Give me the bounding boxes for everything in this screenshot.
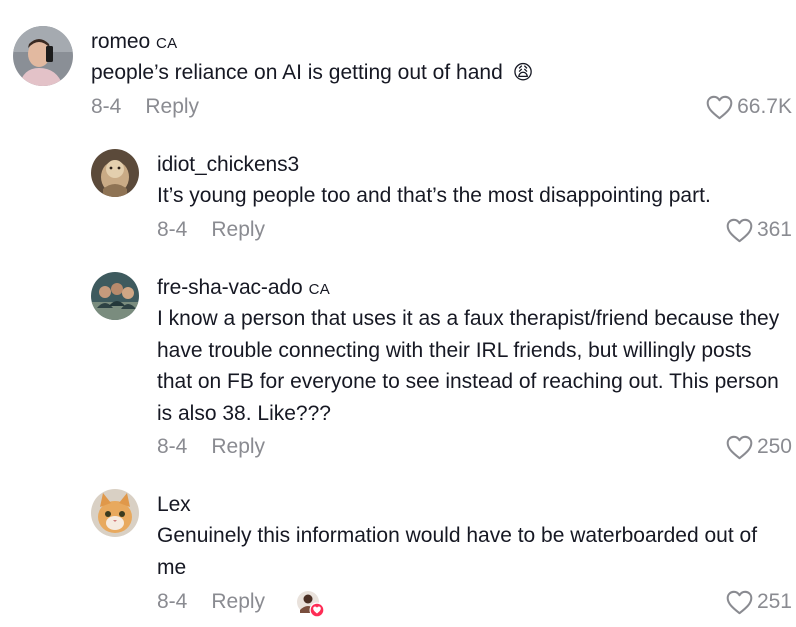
comment-text: people’s reliance on AI is getting out o… xyxy=(91,57,731,90)
heart-outline-icon[interactable] xyxy=(726,590,753,615)
avatar[interactable] xyxy=(91,489,139,537)
comment-date: 8-4 xyxy=(157,435,188,458)
comment-text: I know a person that uses it as a faux t… xyxy=(157,303,789,429)
username-text[interactable]: Lex xyxy=(157,493,191,516)
weary-face-emoji-icon: 😩 xyxy=(512,62,534,84)
username[interactable]: Lex xyxy=(157,493,191,517)
comment-meta: 8-4 Reply xyxy=(157,435,265,459)
region-tag: CA xyxy=(308,281,330,298)
region-tag: CA xyxy=(156,35,178,52)
like-count: 361 xyxy=(756,218,792,241)
heart-outline-icon[interactable] xyxy=(726,435,753,460)
comment-meta: 8-4 Reply xyxy=(91,95,199,119)
like-button[interactable]: 66.7K xyxy=(706,93,792,121)
comment-meta: 8-4 Reply xyxy=(157,590,265,614)
username[interactable]: romeo CA xyxy=(91,30,177,54)
comment-text: Genuinely this information would have to… xyxy=(157,520,789,583)
like-button[interactable]: 251 xyxy=(726,588,792,616)
comment-item: romeo CA people’s reliance on AI is getti… xyxy=(0,0,796,125)
comment-item: fre-sha-vac-ado CA I know a person that u… xyxy=(0,250,796,475)
reply-button[interactable]: Reply xyxy=(211,590,265,613)
like-count: 251 xyxy=(756,590,792,613)
heart-outline-icon[interactable] xyxy=(706,95,733,120)
avatar[interactable] xyxy=(13,26,73,86)
comment-item: idiot_chickens3 It’s young people too an… xyxy=(0,125,796,250)
reply-button[interactable]: Reply xyxy=(211,435,265,458)
username-text[interactable]: idiot_chickens3 xyxy=(157,153,299,176)
comment-text-body: It’s young people too and that’s the mos… xyxy=(157,184,711,207)
comment-date: 8-4 xyxy=(91,95,122,118)
comment-text: It’s young people too and that’s the mos… xyxy=(157,180,787,212)
like-button[interactable]: 250 xyxy=(726,433,792,461)
username-text[interactable]: romeo xyxy=(91,30,150,53)
like-count: 66.7K xyxy=(737,95,792,118)
comment-text-body: Genuinely this information would have to… xyxy=(157,524,758,579)
reply-button[interactable]: Reply xyxy=(211,218,265,241)
username[interactable]: fre-sha-vac-ado CA xyxy=(157,276,330,300)
comment-item: Lex Genuinely this information would hav… xyxy=(0,475,796,627)
avatar[interactable] xyxy=(91,272,139,320)
comment-meta: 8-4 Reply xyxy=(157,218,265,242)
username[interactable]: idiot_chickens3 xyxy=(157,153,299,177)
comment-text-body: I know a person that uses it as a faux t… xyxy=(157,307,780,425)
comment-text-body: people’s reliance on AI is getting out o… xyxy=(91,61,503,84)
avatar[interactable] xyxy=(91,149,139,197)
comment-date: 8-4 xyxy=(157,590,188,613)
username-text[interactable]: fre-sha-vac-ado xyxy=(157,276,303,299)
comment-date: 8-4 xyxy=(157,218,188,241)
like-count: 250 xyxy=(756,435,792,458)
like-button[interactable]: 361 xyxy=(726,216,792,244)
reply-button[interactable]: Reply xyxy=(145,95,199,118)
creator-liked-indicator xyxy=(296,589,326,619)
heart-outline-icon[interactable] xyxy=(726,218,753,243)
